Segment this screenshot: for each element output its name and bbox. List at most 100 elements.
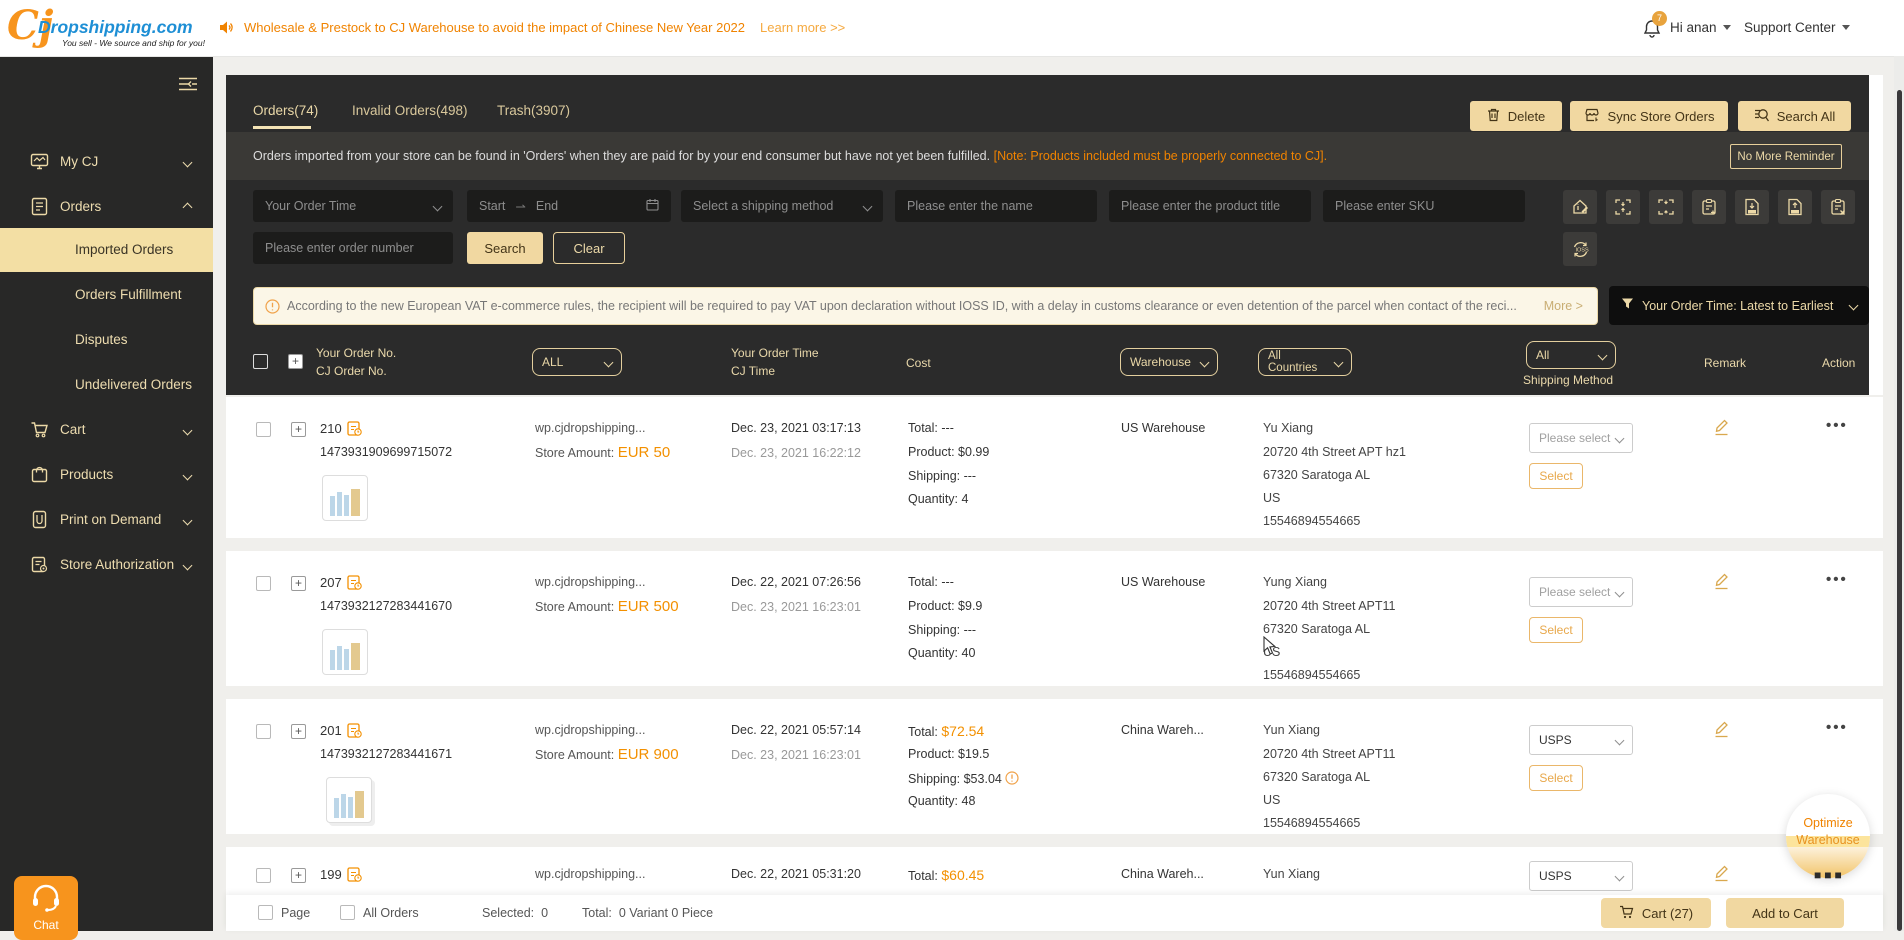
user-menu[interactable]: Hi anan (1670, 20, 1731, 35)
calendar-icon (646, 198, 659, 214)
cancel-order-icon[interactable] (1821, 190, 1855, 224)
logo-brand-name[interactable]: Dropshipping.com (38, 17, 193, 38)
sync-store-orders-button[interactable]: Sync Store Orders (1570, 101, 1728, 131)
store-amount: Store Amount: EUR 50 (535, 444, 670, 461)
sort-order-dropdown[interactable]: Your Order Time: Latest to Earliest (1609, 286, 1869, 325)
cost-quantity: Quantity: 40 (908, 646, 975, 660)
row-shipping-select[interactable]: Please select (1529, 577, 1633, 607)
ioss-sync-icon[interactable]: IOSS (1563, 232, 1597, 266)
scrollbar-thumb[interactable] (1897, 90, 1902, 931)
product-thumbnail[interactable] (322, 629, 368, 675)
sidebar-collapse-icon[interactable] (178, 76, 198, 97)
chat-button[interactable]: Chat (14, 876, 78, 940)
date-range-picker[interactable]: Start ⇀ End (467, 190, 671, 222)
select-all-checkbox[interactable] (253, 354, 268, 369)
store-authorization-icon (30, 555, 49, 577)
optimize-warehouse-button[interactable]: Optimize Warehouse (1786, 794, 1870, 878)
download-excel-icon[interactable] (1735, 190, 1769, 224)
edit-remark-icon[interactable] (1713, 719, 1730, 743)
row-checkbox[interactable] (256, 422, 271, 437)
warehouse-name: US Warehouse (1121, 421, 1205, 435)
sidebar-item-my-cj[interactable]: My CJ (0, 140, 213, 184)
cost-total: Total: $60.45 (908, 867, 984, 883)
shipping-method-filter[interactable]: All (1526, 341, 1616, 369)
warehouse-filter[interactable]: Warehouse (1120, 348, 1218, 376)
product-thumbnail[interactable] (326, 777, 372, 823)
vat-more-link[interactable]: More > (1544, 299, 1583, 313)
upload-excel-icon[interactable] (1778, 190, 1812, 224)
cart-button[interactable]: Cart (27) (1601, 898, 1711, 928)
expand-row-button[interactable]: + (291, 422, 306, 437)
learn-more-link[interactable]: Learn more >> (760, 20, 845, 35)
sidebar-item-products[interactable]: Products (0, 453, 213, 497)
chevron-down-icon (183, 471, 193, 481)
order-number-input[interactable]: Please enter order number (253, 232, 453, 264)
sidebar-item-undelivered-orders[interactable]: Undelivered Orders (75, 377, 192, 392)
row-checkbox[interactable] (256, 724, 271, 739)
support-center-menu[interactable]: Support Center (1744, 20, 1850, 35)
shipping-warning-icon[interactable] (1005, 772, 1019, 786)
row-shipping-select[interactable]: USPS (1529, 861, 1633, 891)
cost-total: Total: --- (908, 421, 954, 435)
delete-button[interactable]: Delete (1470, 101, 1562, 131)
clear-button[interactable]: Clear (553, 232, 625, 264)
order-status-filter[interactable]: ALL (532, 348, 622, 376)
orders-panel-header: Orders(74) Invalid Orders(498) Trash(390… (226, 75, 1869, 395)
selection-footer: Page All Orders Selected: 0 Total: 0 Var… (226, 895, 1883, 931)
order-note-icon[interactable] (346, 721, 363, 744)
name-input[interactable]: Please enter the name (895, 190, 1097, 222)
sku-input[interactable]: Please enter SKU (1323, 190, 1525, 222)
sidebar-item-store-authorization[interactable]: Store Authorization (0, 543, 213, 587)
create-order-icon[interactable] (1692, 190, 1726, 224)
edit-address-icon[interactable] (1563, 190, 1597, 224)
expand-row-button[interactable]: + (291, 868, 306, 883)
row-checkbox[interactable] (256, 868, 271, 883)
customer-phone: 15546894554665 (1263, 514, 1360, 528)
customer-name: Yun Xiang (1263, 723, 1320, 737)
order-note-icon[interactable] (346, 419, 363, 442)
shipping-method-select[interactable]: Select a shipping method (681, 190, 883, 222)
no-more-reminder-button[interactable]: No More Reminder (1730, 144, 1842, 169)
import-reminder-banner: Orders imported from your store can be f… (226, 132, 1869, 180)
sidebar-item-orders-fulfillment[interactable]: Orders Fulfillment (75, 287, 182, 302)
select-shipping-button[interactable]: Select (1529, 765, 1583, 791)
all-orders-checkbox[interactable] (340, 905, 355, 920)
expand-all-icon[interactable] (1606, 190, 1640, 224)
expand-row-button[interactable]: + (291, 576, 306, 591)
collapse-all-icon[interactable] (1649, 190, 1683, 224)
edit-remark-icon[interactable] (1713, 863, 1730, 887)
row-shipping-select[interactable]: USPS (1529, 725, 1633, 755)
row-actions-button[interactable]: ••• (1826, 417, 1848, 434)
search-button[interactable]: Search (467, 232, 543, 264)
expand-row-button[interactable]: + (291, 724, 306, 739)
sidebar-item-orders[interactable]: Orders (0, 185, 213, 229)
product-title-input[interactable]: Please enter the product title (1109, 190, 1311, 222)
product-thumbnail[interactable] (322, 475, 368, 521)
edit-remark-icon[interactable] (1713, 571, 1730, 595)
optimize-drag-dots[interactable]: ■■■ (1814, 868, 1845, 882)
sidebar-item-disputes[interactable]: Disputes (75, 332, 128, 347)
countries-filter[interactable]: All Countries (1258, 348, 1352, 376)
tab-trash[interactable]: Trash(3907) (497, 103, 570, 118)
tab-orders[interactable]: Orders(74) (253, 103, 318, 118)
select-shipping-button[interactable]: Select (1529, 463, 1583, 489)
expand-all-rows-button[interactable]: + (288, 354, 303, 369)
sidebar-item-print-on-demand[interactable]: Print on Demand (0, 498, 213, 542)
tab-invalid-orders[interactable]: Invalid Orders(498) (352, 103, 468, 118)
warehouse-name: China Wareh... (1121, 723, 1204, 737)
select-shipping-button[interactable]: Select (1529, 617, 1583, 643)
page-checkbox[interactable] (258, 905, 273, 920)
edit-remark-icon[interactable] (1713, 417, 1730, 441)
sidebar-item-imported-orders[interactable]: Imported Orders (0, 228, 213, 272)
add-to-cart-button[interactable]: Add to Cart (1726, 898, 1844, 928)
row-actions-button[interactable]: ••• (1826, 719, 1848, 736)
row-checkbox[interactable] (256, 576, 271, 591)
row-shipping-select[interactable]: Please select (1529, 423, 1633, 453)
order-time-select[interactable]: Your Order Time (253, 190, 453, 222)
row-actions-button[interactable]: ••• (1826, 571, 1848, 588)
order-note-icon[interactable] (346, 573, 363, 596)
search-all-button[interactable]: Search All (1738, 101, 1851, 131)
col-cost: Cost (906, 356, 931, 370)
sidebar-item-cart[interactable]: Cart (0, 408, 213, 452)
order-note-icon[interactable] (346, 865, 363, 888)
